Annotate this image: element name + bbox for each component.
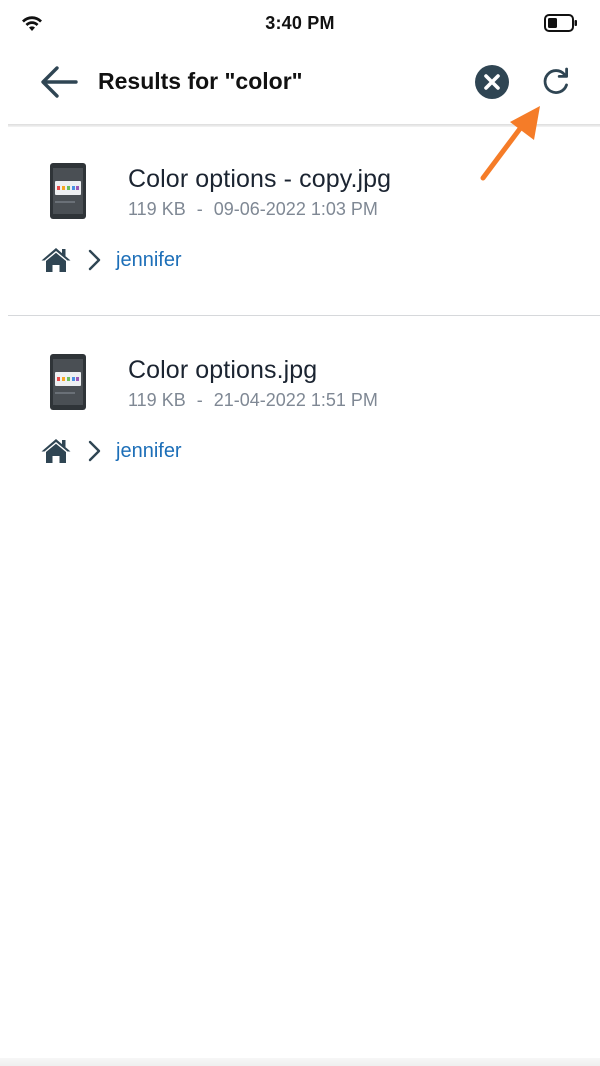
chevron-right-icon bbox=[88, 249, 101, 271]
chevron-right-icon bbox=[88, 440, 101, 462]
breadcrumb-folder-link[interactable]: jennifer bbox=[116, 249, 182, 272]
refresh-button[interactable] bbox=[538, 64, 574, 100]
clear-search-button[interactable] bbox=[474, 64, 510, 100]
close-circle-icon bbox=[475, 65, 509, 99]
file-date: 21-04-2022 1:51 PM bbox=[213, 390, 378, 410]
back-button[interactable] bbox=[38, 62, 80, 102]
file-thumbnail bbox=[50, 163, 86, 219]
meta-separator: - bbox=[196, 390, 203, 410]
file-thumbnail bbox=[50, 354, 86, 410]
search-result-item[interactable]: Color options - copy.jpg 119 KB - 09-06-… bbox=[0, 128, 600, 318]
status-bar: 3:40 PM bbox=[0, 0, 600, 46]
result-divider bbox=[8, 315, 600, 316]
breadcrumb: jennifer bbox=[40, 436, 182, 466]
page-title: Results for "color" bbox=[98, 68, 303, 94]
meta-separator: - bbox=[196, 199, 203, 219]
home-icon[interactable] bbox=[40, 246, 72, 274]
file-size: 119 KB bbox=[128, 390, 186, 410]
file-size: 119 KB bbox=[128, 199, 186, 219]
battery-icon bbox=[544, 14, 577, 32]
file-date: 09-06-2022 1:03 PM bbox=[213, 199, 378, 219]
home-icon[interactable] bbox=[40, 437, 72, 465]
breadcrumb: jennifer bbox=[40, 245, 182, 275]
file-name: Color options.jpg bbox=[128, 356, 318, 384]
file-meta: 119 KB - 09-06-2022 1:03 PM bbox=[128, 199, 378, 220]
search-result-item[interactable]: Color options.jpg 119 KB - 21-04-2022 1:… bbox=[0, 319, 600, 509]
arrow-left-icon bbox=[41, 66, 78, 98]
file-meta: 119 KB - 21-04-2022 1:51 PM bbox=[128, 390, 378, 411]
file-name: Color options - copy.jpg bbox=[128, 165, 392, 193]
breadcrumb-folder-link[interactable]: jennifer bbox=[116, 440, 182, 463]
refresh-icon bbox=[543, 67, 568, 94]
status-time: 3:40 PM bbox=[265, 13, 335, 33]
bottom-edge bbox=[0, 1058, 600, 1066]
